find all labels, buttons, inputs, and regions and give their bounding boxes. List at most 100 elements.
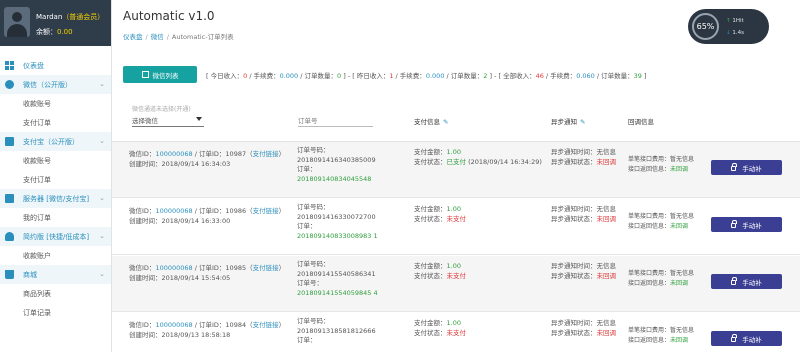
sidebar-item-wechat-orders[interactable]: 支付订单 (0, 113, 111, 132)
page-title: Automatic v1.0 (123, 9, 215, 23)
table-row: 微信ID：100000068 / 订单ID：10984（支付链接） 创建时间：2… (112, 313, 800, 352)
sys-order-no: 201809141554059845 4 (297, 288, 378, 297)
sidebar-item-products[interactable]: 商品列表 (0, 284, 111, 303)
manual-repair-button[interactable]: 手动补 (711, 274, 782, 289)
column-header-label: 支付信息 (414, 118, 440, 126)
created-time: 2018/09/14 16:34:03 (161, 159, 231, 168)
pay-link[interactable]: 支付链接 (253, 321, 279, 329)
edit-icon[interactable]: ✎ (443, 118, 448, 126)
column-header-pay-info: 支付信息 ✎ (414, 116, 448, 126)
fee-label: 单笔接口费用： (628, 213, 671, 220)
summary-bar: 微信列表 [ 今日收入：0 / 手续费：0.000 / 订单数量：0 ] - [… (112, 46, 800, 96)
sidebar-section-alipay[interactable]: 支付宝（公开版） ⌄ (0, 132, 111, 151)
wechat-cell: 微信ID：100000068 / 订单ID：10987（支付链接） 创建时间：2… (129, 150, 287, 169)
order-id-label: / 订单ID： (192, 321, 226, 329)
pay-link[interactable]: 支付链接 (253, 150, 279, 158)
order-number-cell: 订单号码： 2018091415540586341 订单号： 201809141… (297, 260, 407, 298)
wechat-select[interactable]: 选择微信 (132, 112, 204, 127)
order-number-cell: 订单号码： 2018091318581812666 订单： (297, 317, 407, 346)
notify-cell: 异步通知时间：无信息 异步通知状态：未回调 (551, 262, 626, 281)
wechat-id[interactable]: 100000068 (155, 321, 192, 329)
user-balance: 余额：0.00 (36, 27, 73, 37)
avatar[interactable] (4, 7, 30, 37)
manual-repair-button[interactable]: 手动补 (711, 331, 782, 346)
sidebar-section-wechat[interactable]: 微信（公开版） ⌄ (0, 75, 111, 94)
pay-status: 已支付 (446, 157, 467, 166)
order-id: 10986 (225, 207, 247, 215)
pay-link[interactable]: 支付链接 (253, 207, 279, 215)
wechat-icon (5, 80, 14, 89)
wechat-list-button[interactable]: 微信列表 (123, 66, 197, 83)
pay-amount: 1.00 (446, 262, 461, 270)
created-label: 创建时间： (129, 159, 162, 168)
traffic-gauge: 65% ↑ 1Hit ↓ 1.4s (688, 9, 769, 44)
return-value: 未回调 (670, 279, 689, 287)
sidebar-item-wechat-accounts[interactable]: 收款账号 (0, 94, 111, 113)
sidebar-section-simple[interactable]: 简约版 [快捷/低成本] ⌄ (0, 227, 111, 246)
notify-status: 未回调 (596, 214, 617, 223)
summary-label: ] - [ 昨日收入： (341, 72, 390, 80)
dashboard-icon (5, 61, 14, 70)
notify-time-label: 异步通知时间： (551, 262, 597, 270)
sidebar-section-server[interactable]: 服务器 [微信/支付宝] ⌄ (0, 189, 111, 208)
created-label: 创建时间： (129, 216, 162, 225)
grid-icon (141, 71, 149, 78)
sidebar-item-label: 订单记录 (23, 308, 51, 317)
caret-down-icon (196, 117, 202, 121)
order-id-label: / 订单ID： (192, 264, 226, 272)
amount-label: 支付金额： (414, 319, 447, 327)
sys-order-no: 201809140834045548 (297, 174, 372, 183)
notify-time: 无信息 (596, 262, 617, 270)
manual-repair-button[interactable]: 手动补 (711, 160, 782, 175)
sidebar-item-label: 收款账号 (23, 156, 51, 165)
bracket: ） (278, 207, 286, 215)
wechat-id-label: 微信ID： (129, 321, 156, 329)
callback-cell: 单笔接口费用：暂无信息 接口返回信息：未回调 (628, 212, 708, 231)
notify-time: 无信息 (596, 205, 617, 213)
wechat-id[interactable]: 100000068 (155, 207, 192, 215)
sidebar: Mardan（普通会员） 余额：0.00 仪表盘 微信（公开版） ⌄ 收款账号 … (0, 0, 112, 352)
gauge-upload: ↑ 1Hit (726, 18, 744, 24)
wechat-id[interactable]: 100000068 (155, 264, 192, 272)
breadcrumb-wechat[interactable]: 微信 (151, 33, 164, 41)
breadcrumb-dashboard[interactable]: 仪表盘 (123, 33, 143, 41)
sidebar-item-alipay-accounts[interactable]: 收款账号 (0, 151, 111, 170)
wechat-id-label: 微信ID： (129, 264, 156, 272)
sidebar-item-label: 收款账户 (23, 251, 51, 260)
edit-icon[interactable]: ✎ (580, 118, 585, 126)
sidebar-item-collection-accounts[interactable]: 收款账户 (0, 246, 111, 265)
pay-link[interactable]: 支付链接 (253, 264, 279, 272)
gauge-download-value: 1.4s (732, 30, 744, 36)
income-summary: [ 今日收入：0 / 手续费：0.000 / 订单数量：0 ] - [ 昨日收入… (206, 70, 647, 80)
sidebar-item-label: 支付订单 (23, 118, 51, 127)
notify-status: 未回调 (596, 271, 617, 280)
chevron-down-icon: ⌄ (99, 80, 105, 88)
order-id: 10987 (225, 150, 247, 158)
manual-repair-button[interactable]: 手动补 (711, 217, 782, 232)
status-label: 支付状态： (414, 271, 447, 280)
manual-repair-label: 手动补 (742, 164, 762, 173)
sidebar-item-my-orders[interactable]: 我的订单 (0, 208, 111, 227)
alipay-icon (5, 137, 14, 146)
sidebar-section-label: 支付宝（公开版） (23, 137, 79, 146)
table-row: 微信ID：100000068 / 订单ID：10986（支付链接） 创建时间：2… (112, 199, 800, 255)
chevron-down-icon: ⌄ (99, 232, 105, 240)
member-level-badge: （普通会员） (62, 13, 105, 21)
sidebar-item-dashboard[interactable]: 仪表盘 (0, 56, 111, 75)
arrow-up-icon: ↑ (726, 18, 731, 24)
callback-cell: 单笔接口费用：暂无信息 接口返回信息：未回调 (628, 155, 708, 174)
fee-label: 单笔接口费用： (628, 156, 671, 163)
pay-info-cell: 支付金额：1.00 支付状态：未支付 (414, 262, 544, 281)
notify-cell: 异步通知时间：无信息 异步通知状态：未回调 (551, 205, 626, 224)
status-label: 支付状态： (414, 214, 447, 223)
sidebar-item-alipay-orders[interactable]: 支付订单 (0, 170, 111, 189)
sys-order-no: 201809140833008983 1 (297, 231, 378, 240)
fee-value: 暂无信息 (670, 213, 695, 220)
pay-status: 未支付 (446, 214, 467, 223)
wechat-id[interactable]: 100000068 (155, 150, 192, 158)
sidebar-item-order-records[interactable]: 订单记录 (0, 303, 111, 322)
sidebar-section-mall[interactable]: 商城 ⌄ (0, 265, 111, 284)
pay-amount: 1.00 (446, 319, 461, 327)
order-no-input[interactable] (298, 112, 373, 127)
summary-label: [ 今日收入： (206, 72, 244, 80)
